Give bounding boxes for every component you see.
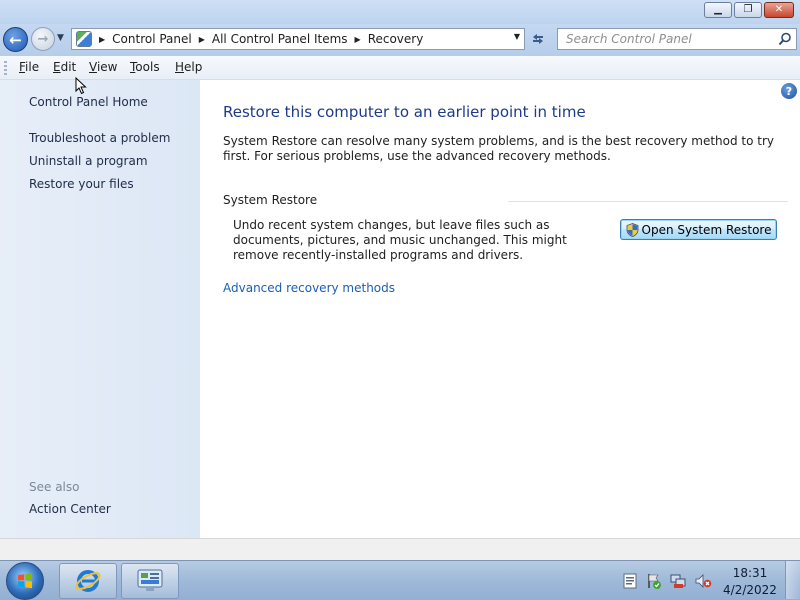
- breadcrumb-all-items[interactable]: All Control Panel Items: [212, 32, 348, 46]
- restore-button[interactable]: ❐: [734, 2, 762, 18]
- sidebar-item-action-center[interactable]: Action Center: [29, 502, 111, 516]
- status-bar: [0, 538, 800, 560]
- search-icon[interactable]: [778, 32, 792, 46]
- volume-muted-icon[interactable]: [695, 573, 712, 589]
- menu-help[interactable]: Help: [175, 60, 202, 74]
- sidebar-item-control-panel-home[interactable]: Control Panel Home: [29, 95, 148, 109]
- address-dropdown-icon[interactable]: ▼: [514, 32, 520, 41]
- window-controls: ▁ ❐ ✕: [702, 2, 794, 18]
- menu-file[interactable]: File: [19, 60, 39, 74]
- restore-icon: ❐: [743, 4, 753, 15]
- sidebar-item-restore-files[interactable]: Restore your files: [29, 177, 134, 191]
- close-icon: ✕: [774, 4, 784, 15]
- minimize-icon: ▁: [714, 4, 722, 15]
- page-title: Restore this computer to an earlier poin…: [223, 103, 586, 121]
- help-icon[interactable]: ?: [781, 83, 797, 99]
- menu-help-label: elp: [184, 60, 203, 74]
- back-button[interactable]: ←: [3, 27, 28, 52]
- sidebar-item-troubleshoot[interactable]: Troubleshoot a problem: [29, 131, 170, 145]
- menu-edit-label: dit: [60, 60, 77, 74]
- open-system-restore-button[interactable]: Open System Restore: [620, 219, 777, 240]
- section-title-system-restore: System Restore: [223, 193, 318, 207]
- recent-pages-dropdown[interactable]: ▼: [57, 33, 67, 45]
- menu-tools-label: ools: [135, 60, 160, 74]
- menu-view-accel: V: [89, 60, 97, 74]
- control-panel-icon: [76, 31, 92, 47]
- page-description: System Restore can resolve many system p…: [223, 134, 775, 163]
- tray-document-icon[interactable]: [623, 573, 637, 589]
- breadcrumb-separator-icon[interactable]: ▶: [355, 35, 361, 44]
- open-system-restore-label: Open System Restore: [641, 222, 772, 237]
- address-bar[interactable]: ▶ Control Panel ▶ All Control Panel Item…: [71, 28, 525, 50]
- taskbar-control-panel[interactable]: [121, 563, 179, 599]
- menu-help-accel: H: [175, 60, 185, 74]
- menu-view-label: iew: [96, 60, 118, 74]
- menu-tools[interactable]: Tools: [130, 60, 160, 74]
- refresh-icon: [533, 34, 543, 44]
- uac-shield-icon: [626, 222, 638, 237]
- clock-time[interactable]: 18:31: [730, 566, 770, 580]
- sidebar-item-uninstall[interactable]: Uninstall a program: [29, 154, 148, 168]
- breadcrumb-separator-icon[interactable]: ▶: [99, 35, 105, 44]
- main-content: ? Restore this computer to an earlier po…: [200, 80, 800, 538]
- start-button[interactable]: [6, 562, 44, 600]
- forward-button[interactable]: →: [31, 27, 55, 51]
- clock-date[interactable]: 4/2/2022: [722, 583, 778, 597]
- breadcrumb-control-panel[interactable]: Control Panel: [112, 32, 192, 46]
- navigation-bar: ← → ▼ ▶ Control Panel ▶ All Control Pane…: [0, 24, 800, 56]
- network-icon[interactable]: [670, 573, 687, 589]
- menu-bar: File Edit View Tools Help: [0, 56, 800, 80]
- chevron-down-icon: ▼: [57, 33, 64, 43]
- menu-file-label: ile: [25, 60, 40, 74]
- title-bar: ▁ ❐ ✕: [0, 0, 800, 24]
- windows-logo-icon: [18, 573, 32, 589]
- see-also-label: See also: [29, 480, 80, 494]
- action-center-flag-icon[interactable]: [646, 573, 662, 589]
- back-arrow-icon: ←: [9, 30, 22, 49]
- show-desktop-button[interactable]: [785, 561, 800, 599]
- section-divider: [508, 201, 788, 202]
- control-panel-taskbar-icon: [137, 569, 163, 591]
- menu-view[interactable]: View: [89, 60, 117, 74]
- taskbar: [0, 560, 800, 600]
- minimize-button[interactable]: ▁: [704, 2, 732, 18]
- section-description: Undo recent system changes, but leave fi…: [233, 218, 567, 262]
- menu-edit[interactable]: Edit: [53, 60, 76, 74]
- search-input[interactable]: [558, 29, 770, 49]
- taskbar-internet-explorer[interactable]: [59, 563, 117, 599]
- refresh-button[interactable]: [528, 30, 548, 48]
- close-button[interactable]: ✕: [764, 2, 794, 18]
- internet-explorer-icon: [75, 570, 101, 592]
- menu-edit-accel: E: [53, 60, 61, 74]
- search-box[interactable]: [557, 28, 797, 50]
- sidebar: Control Panel Home Troubleshoot a proble…: [0, 80, 200, 538]
- advanced-recovery-link[interactable]: Advanced recovery methods: [223, 281, 395, 295]
- menu-grip: [4, 61, 7, 75]
- mouse-cursor-icon: [75, 77, 87, 95]
- forward-arrow-icon: →: [37, 31, 49, 47]
- breadcrumb-separator-icon[interactable]: ▶: [199, 35, 205, 44]
- breadcrumb-recovery[interactable]: Recovery: [368, 32, 424, 46]
